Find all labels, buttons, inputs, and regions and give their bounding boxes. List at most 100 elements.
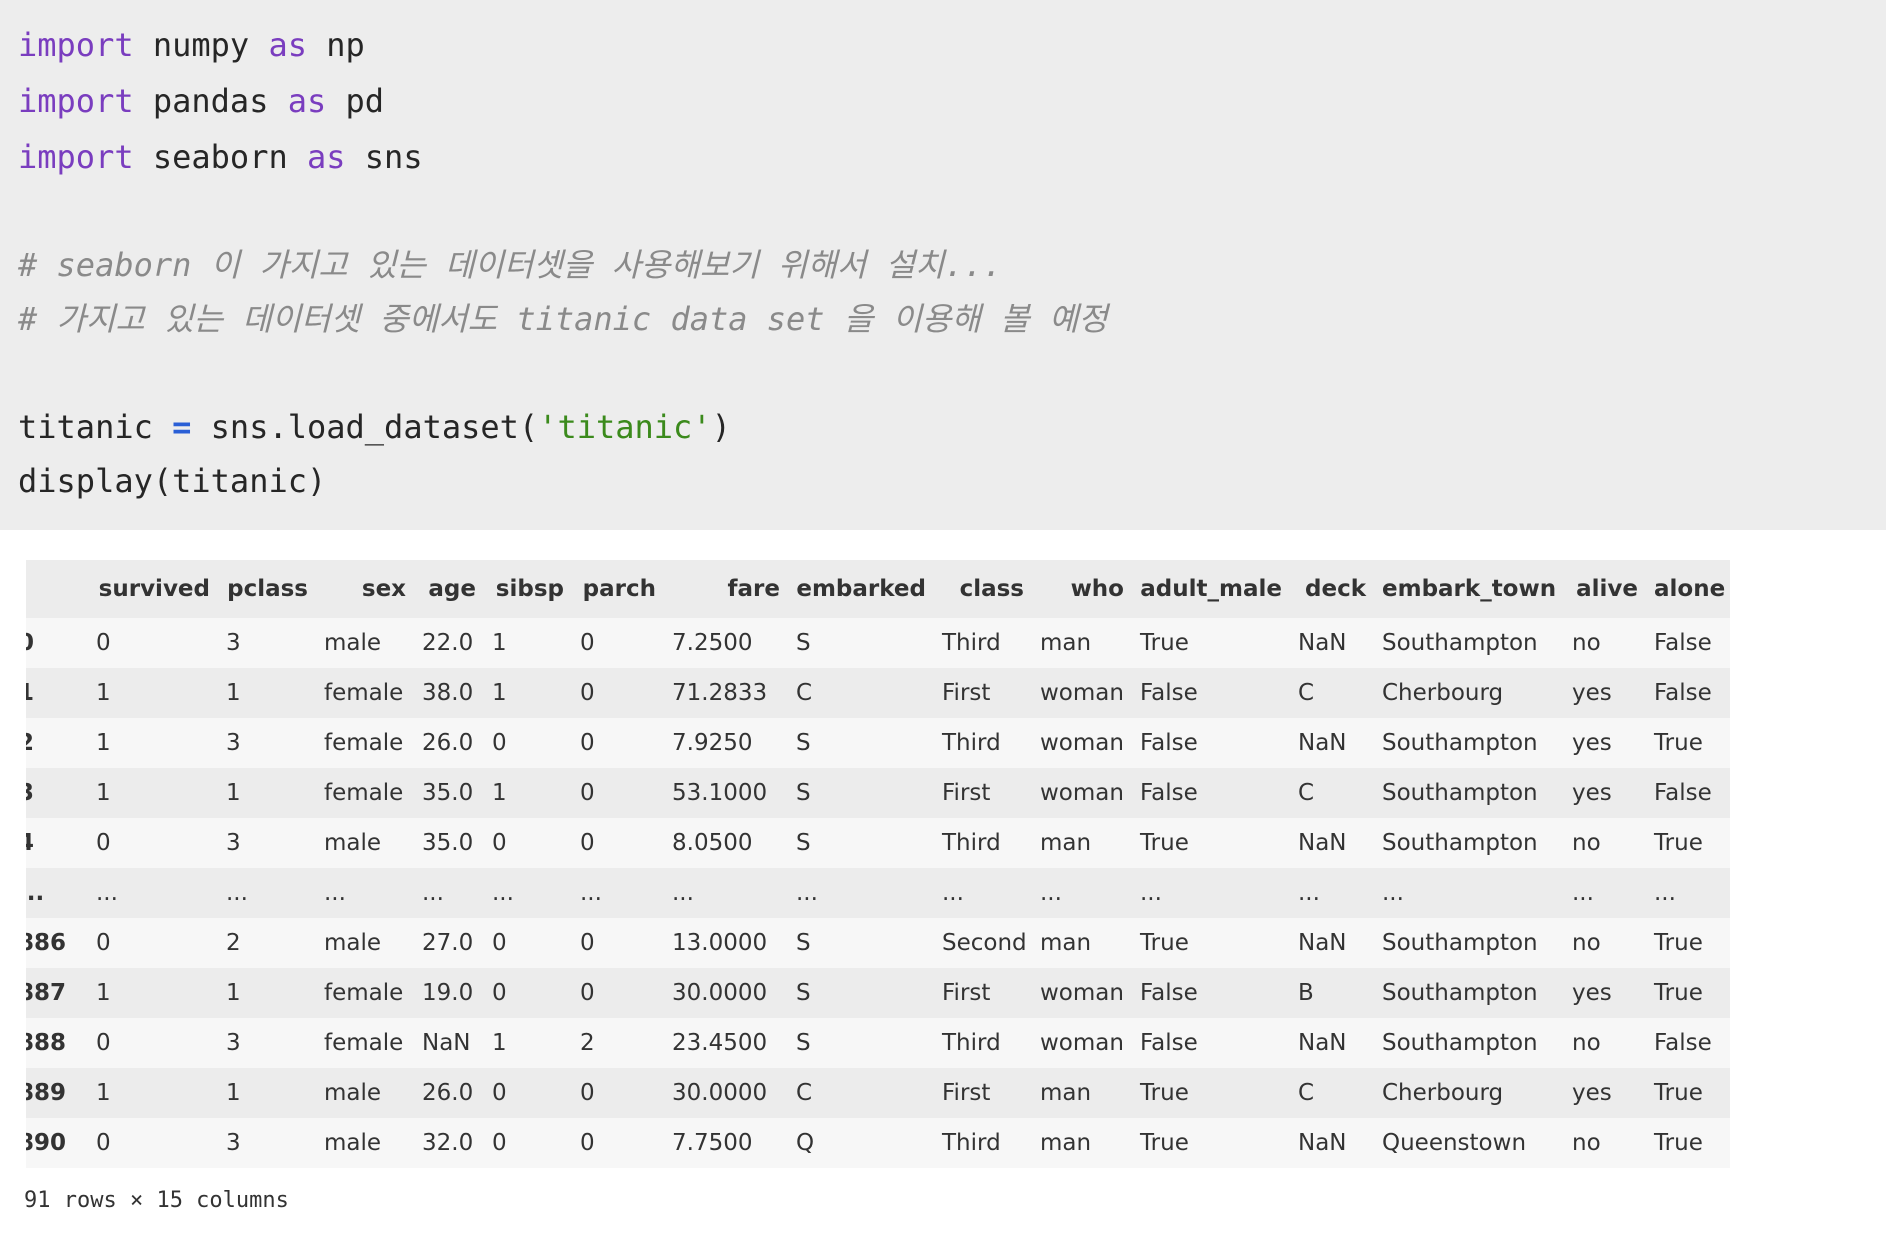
keyword: import	[18, 82, 134, 120]
column-header-age: age	[414, 560, 484, 618]
cell-sibsp: ...	[484, 868, 572, 918]
cell-embark-town: Cherbourg	[1374, 668, 1564, 718]
cell-pclass: 2	[218, 918, 316, 968]
column-header-fare: fare	[664, 560, 788, 618]
cell-sibsp: 1	[484, 1018, 572, 1068]
cell-embark-town: Southampton	[1374, 918, 1564, 968]
cell-embarked: S	[788, 718, 934, 768]
cell-embarked: Q	[788, 1118, 934, 1168]
cell-fare: 30.0000	[664, 968, 788, 1018]
cell-sex: male	[316, 1068, 414, 1118]
keyword: import	[18, 26, 134, 64]
cell-pclass: 3	[218, 718, 316, 768]
column-header-deck: deck	[1290, 560, 1374, 618]
dataframe-shape-text: 91 rows × 15 columns	[24, 1188, 289, 1213]
cell-who: ...	[1032, 868, 1132, 918]
keyword: import	[18, 138, 134, 176]
cell-survived: 0	[88, 1118, 218, 1168]
cell-embark-town: Southampton	[1374, 768, 1564, 818]
cell-class: First	[934, 968, 1032, 1018]
cell-alone: ...	[1646, 868, 1730, 918]
cell-class: Third	[934, 1018, 1032, 1068]
cell-age: 19.0	[414, 968, 484, 1018]
cell-class: Third	[934, 1118, 1032, 1168]
cell-survived: 1	[88, 768, 218, 818]
module-alias: sns	[364, 138, 423, 176]
cell-survived: 1	[88, 1068, 218, 1118]
column-header-embark-town: embark_town	[1374, 560, 1564, 618]
column-header-embarked: embarked	[788, 560, 934, 618]
cell-sex: male	[316, 618, 414, 668]
cell-parch: 0	[572, 668, 664, 718]
cell-sex: female	[316, 768, 414, 818]
cell-who: woman	[1032, 1018, 1132, 1068]
cell-alone: True	[1646, 968, 1730, 1018]
cell-who: man	[1032, 618, 1132, 668]
cell-sibsp: 0	[484, 718, 572, 768]
keyword: as	[287, 82, 327, 120]
cell-deck: B	[1290, 968, 1374, 1018]
cell-deck: NaN	[1290, 718, 1374, 768]
cell-fare: 8.0500	[664, 818, 788, 868]
cell-alone: True	[1646, 918, 1730, 968]
table-row: 889 1 1 male 26.0 0 0 30.0000 C First man True C Cher…	[26, 1068, 1730, 1118]
cell-sex: female	[316, 1018, 414, 1068]
column-header-class: class	[934, 560, 1032, 618]
table-row: ........................................…	[26, 868, 1730, 918]
cell-embarked: S	[788, 1018, 934, 1068]
cell-sex: female	[316, 718, 414, 768]
cell-alone: False	[1646, 1018, 1730, 1068]
cell-alone: True	[1646, 1118, 1730, 1168]
module-alias: np	[326, 26, 365, 64]
row-index: ...	[26, 868, 88, 918]
table-row: 3 1 1 female 35.0 1 0 53.1000 S First woman False C S…	[26, 768, 1730, 818]
cell-sibsp: 0	[484, 918, 572, 968]
cell-alive: no	[1564, 818, 1646, 868]
column-header-alone: alone	[1646, 560, 1730, 618]
cell-class: Third	[934, 618, 1032, 668]
cell-alone: False	[1646, 618, 1730, 668]
assign-operator: =	[172, 408, 192, 446]
cell-alone: True	[1646, 718, 1730, 768]
cell-sex: female	[316, 968, 414, 1018]
cell-adult-male: True	[1132, 918, 1290, 968]
column-header-sibsp: sibsp	[484, 560, 572, 618]
table-header-row: survived pclass sex age sibsp parch fare embark…	[26, 560, 1730, 618]
cell-alive: yes	[1564, 668, 1646, 718]
table-row: 890 0 3 male 32.0 0 0 7.7500 Q Third man True NaN Que…	[26, 1118, 1730, 1168]
cell-embarked: C	[788, 1068, 934, 1118]
cell-deck: ...	[1290, 868, 1374, 918]
code-cell[interactable]: import numpy as np import pandas as pd i…	[0, 0, 1886, 530]
row-index: 889	[26, 1068, 88, 1118]
cell-class: First	[934, 1068, 1032, 1118]
cell-embark-town: Southampton	[1374, 968, 1564, 1018]
cell-age: 35.0	[414, 768, 484, 818]
cell-sibsp: 0	[484, 1118, 572, 1168]
cell-age: 32.0	[414, 1118, 484, 1168]
cell-embarked: S	[788, 968, 934, 1018]
table-row: 887 1 1 female 19.0 0 0 30.0000 S First woman False…	[26, 968, 1730, 1018]
column-header-parch: parch	[572, 560, 664, 618]
cell-adult-male: False	[1132, 1018, 1290, 1068]
cell-parch: 0	[572, 1068, 664, 1118]
cell-alive: yes	[1564, 1068, 1646, 1118]
cell-embark-town: Southampton	[1374, 818, 1564, 868]
cell-survived: 0	[88, 618, 218, 668]
cell-class: Third	[934, 718, 1032, 768]
cell-pclass: 3	[218, 1118, 316, 1168]
keyword: as	[306, 138, 346, 176]
variable-name: titanic	[18, 408, 153, 446]
string-literal: 'titanic'	[538, 408, 712, 446]
cell-class: Second	[934, 918, 1032, 968]
cell-deck: C	[1290, 668, 1374, 718]
cell-adult-male: False	[1132, 718, 1290, 768]
cell-embark-town: Southampton	[1374, 618, 1564, 668]
cell-who: woman	[1032, 768, 1132, 818]
cell-parch: 0	[572, 718, 664, 768]
cell-fare: 30.0000	[664, 1068, 788, 1118]
code-comment-2: # 가지고 있는 데이터셋 중에서도 titanic data set 을 이용…	[18, 300, 1108, 338]
module-name: numpy	[152, 26, 250, 64]
cell-who: woman	[1032, 968, 1132, 1018]
module-name: seaborn	[152, 138, 288, 176]
cell-fare: 13.0000	[664, 918, 788, 968]
